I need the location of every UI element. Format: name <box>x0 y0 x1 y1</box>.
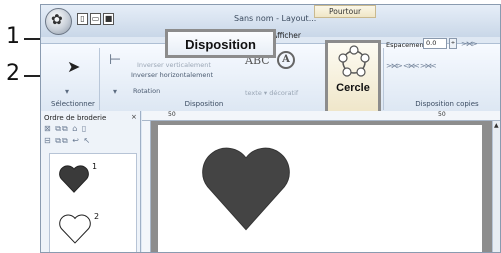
tab-disposition[interactable]: Disposition <box>165 29 276 58</box>
group-separator <box>383 48 384 110</box>
group-label-disposition: Disposition <box>184 100 224 108</box>
app-logo-icon: ✿ <box>51 12 63 28</box>
copy-arrange-icon[interactable]: >⋈> <box>461 40 478 48</box>
scroll-up-icon[interactable]: ▲ <box>494 122 499 129</box>
rotation-button[interactable]: Rotation <box>133 87 160 95</box>
panel-title: Ordre de broderie <box>44 114 107 122</box>
espacement-stepper[interactable]: ÷ <box>449 38 457 49</box>
monogram-a-icon[interactable]: A <box>277 51 295 69</box>
callout-number-2: 2 <box>6 61 20 86</box>
inverser-verticalement-label[interactable]: Inverser verticalement <box>137 61 211 69</box>
panel-toolbar-row-2[interactable]: ⊟ ⧉⧉ ↩ ↖ <box>44 136 91 146</box>
thumbnail-number: 1 <box>92 162 98 171</box>
dropdown-arrow-icon[interactable]: ▾ <box>113 87 117 96</box>
ruler-label: 50 <box>168 111 176 118</box>
design-canvas[interactable] <box>158 125 482 252</box>
align-icon[interactable]: ⊢ <box>109 52 121 68</box>
group-label-selectionner: Sélectionner <box>51 100 95 108</box>
vertical-ruler <box>142 121 151 252</box>
circle-arrange-icon <box>338 45 370 77</box>
context-tab-label: Pourtour <box>329 7 362 16</box>
quick-access-toolbar: ▯ ▭ ■ <box>77 13 114 25</box>
ruler-label: 50 <box>438 111 446 118</box>
espacement-input[interactable]: 0.0 <box>423 38 447 49</box>
vertical-scrollbar[interactable]: ▲ <box>492 121 500 252</box>
save-icon[interactable]: ■ <box>103 13 114 25</box>
close-icon[interactable]: × <box>131 113 137 121</box>
open-file-icon[interactable]: ▭ <box>90 13 101 25</box>
embroidery-order-panel: Ordre de broderie × ⊠ ⧉⧉ ⌂ ▯ ⊟ ⧉⧉ ↩ ↖ 1 … <box>41 111 141 252</box>
cercle-label: Cercle <box>336 82 370 94</box>
window-title: Sans nom - Layout... <box>234 14 317 23</box>
application-window: ✿ ▯ ▭ ■ Sans nom - Layout... Pourtour na… <box>40 4 501 253</box>
new-file-icon[interactable]: ▯ <box>77 13 88 25</box>
tab-afficher[interactable]: Afficher <box>272 31 301 40</box>
panel-toolbar-row-1[interactable]: ⊠ ⧉⧉ ⌂ ▯ <box>44 124 87 134</box>
inverser-horizontalement-button[interactable]: Inverser horizontalement <box>131 71 213 79</box>
texte-decoratif-label[interactable]: texte ▾ décoratif <box>245 89 298 97</box>
thumbnail-number: 2 <box>94 212 100 221</box>
heart-shape[interactable] <box>200 145 292 237</box>
group-label-disposition-copies: Disposition copies <box>415 100 479 108</box>
heart-thumbnail-2[interactable] <box>58 213 92 247</box>
select-arrow-icon[interactable]: ➤ <box>67 57 80 76</box>
callout-number-1: 1 <box>6 24 20 49</box>
horizontal-ruler: 50 50 <box>142 111 500 121</box>
disposition-tab-label: Disposition <box>185 37 256 52</box>
dropdown-arrow-icon[interactable]: ▾ <box>65 87 69 96</box>
copy-row-icon[interactable]: >⋈> <⋈< >⋈< <box>386 62 437 70</box>
heart-thumbnail-1[interactable] <box>58 164 90 196</box>
cercle-button[interactable]: Cercle <box>325 40 381 115</box>
embroidery-order-list: 1 2 <box>49 153 137 252</box>
